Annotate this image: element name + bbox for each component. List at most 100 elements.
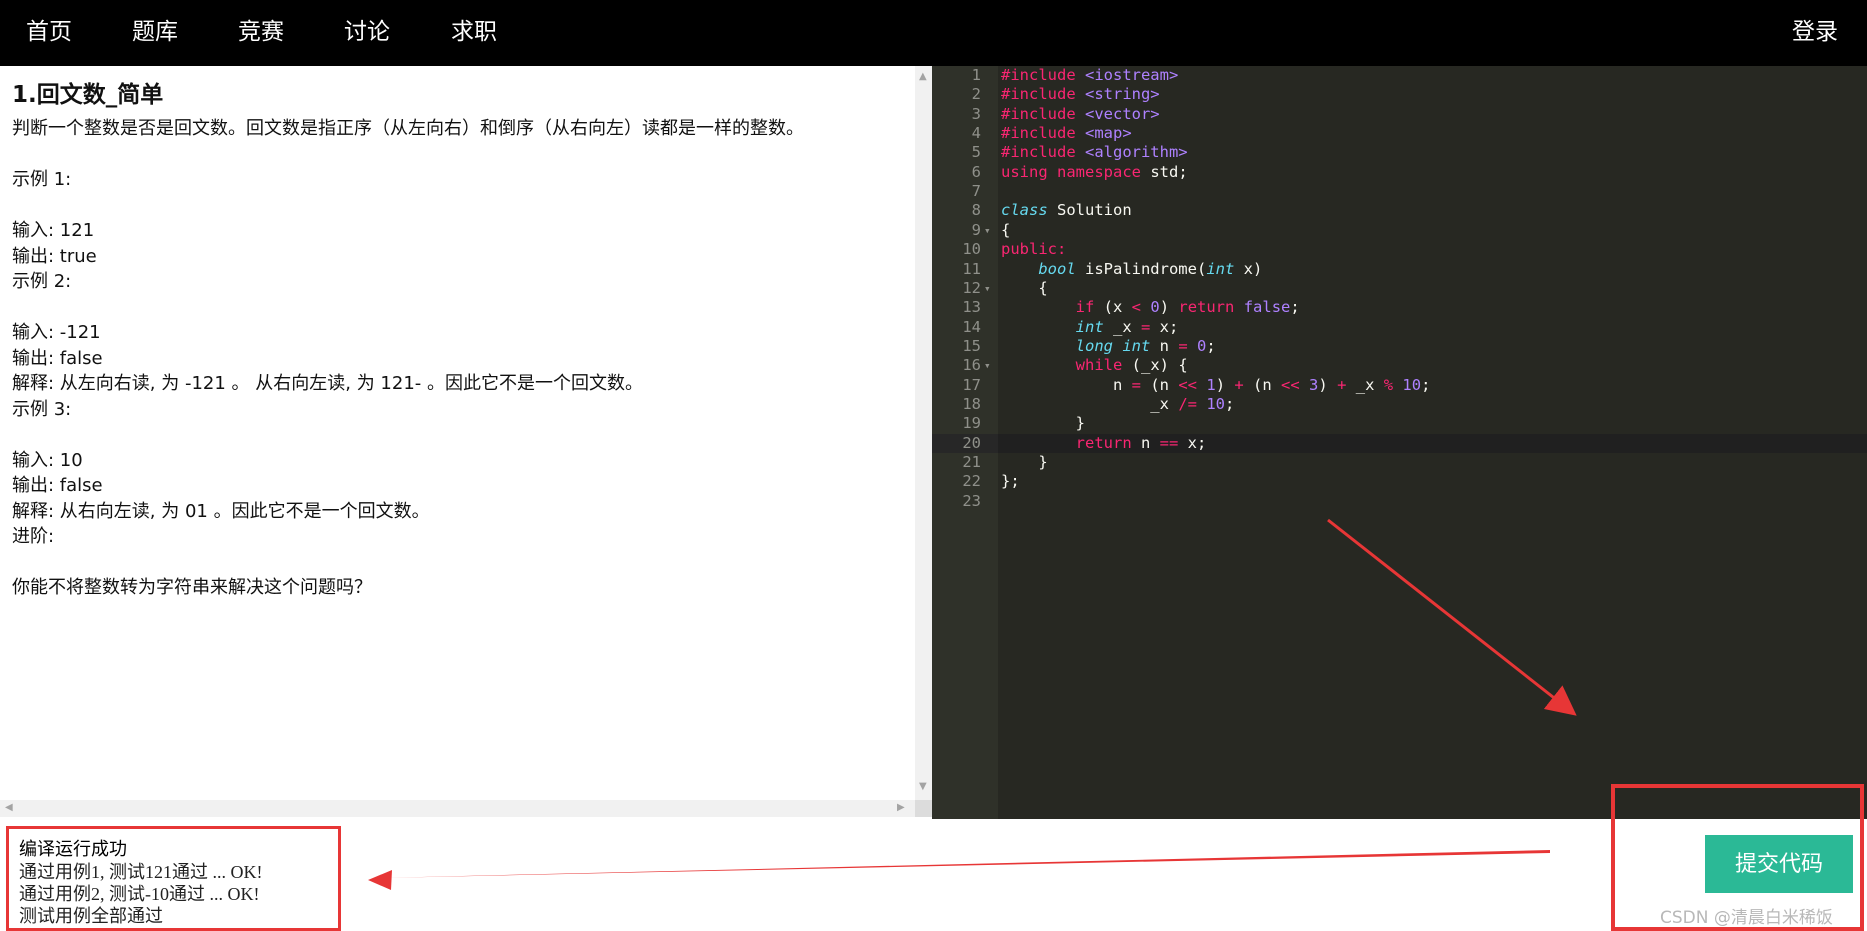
arrow-to-output-head <box>368 870 392 890</box>
code-line[interactable]: 4 #include <map> <box>932 124 1867 143</box>
fold-toggle-icon[interactable]: ▾ <box>984 221 991 240</box>
line-number: 8 <box>971 201 981 220</box>
code-line[interactable]: 21 } <box>932 453 1867 472</box>
problem-text-line: 输入: 121 <box>12 220 95 241</box>
top-nav: 首页 题库 竞赛 讨论 求职 登录 <box>0 0 1867 66</box>
output-line: 通过用例2, 测试-10通过 ... OK! <box>19 884 260 904</box>
code-line[interactable]: 11 bool isPalindrome(int x) <box>932 260 1867 279</box>
output-line: 测试用例全部通过 <box>19 906 163 926</box>
scrollbar-corner <box>915 800 932 817</box>
scroll-right-icon[interactable]: ▶ <box>897 803 905 813</box>
problem-horizontal-scrollbar[interactable]: ◀ ▶ <box>0 800 915 817</box>
problem-title: 1.回文数_简单 <box>12 82 164 108</box>
code-line[interactable]: 18 _x /= 10; <box>932 395 1867 414</box>
problem-text-line: 输入: -121 <box>12 322 101 343</box>
code-text: }; <box>1001 472 1020 491</box>
code-line[interactable]: 13 if (x < 0) return false; <box>932 298 1867 317</box>
code-text: class Solution <box>1001 201 1132 220</box>
code-line[interactable]: 5 #include <algorithm> <box>932 143 1867 162</box>
problem-text-line: 输出: false <box>12 475 103 496</box>
problem-text-line: 输入: 10 <box>12 449 83 471</box>
line-number: 3 <box>971 104 981 123</box>
code-line[interactable]: 19 } <box>932 414 1867 433</box>
line-number: 14 <box>962 317 981 336</box>
code-text: #include <iostream> <box>1001 66 1179 84</box>
code-text: } <box>1001 414 1085 433</box>
code-text: #include <string> <box>1001 85 1160 104</box>
nav-item-jobs[interactable]: 求职 <box>451 17 497 47</box>
nav-item-home[interactable]: 首页 <box>26 17 72 47</box>
line-number: 11 <box>962 259 981 278</box>
code-line[interactable]: 2 #include <string> <box>932 85 1867 104</box>
line-number: 10 <box>962 240 981 259</box>
line-number: 2 <box>971 85 981 104</box>
code-line[interactable]: 8 class Solution <box>932 201 1867 220</box>
code-line[interactable]: 14 int _x = x; <box>932 318 1867 337</box>
code-line[interactable]: 6 using namespace std; <box>932 163 1867 182</box>
line-number: 20 <box>932 433 998 453</box>
nav-item-contest[interactable]: 竞赛 <box>238 17 284 47</box>
code-text: int _x = x; <box>1075 317 1179 336</box>
line-number: 23 <box>962 491 981 510</box>
code-line[interactable]: 10 public: <box>932 240 1867 259</box>
code-text: { <box>1001 278 1048 297</box>
code-line[interactable]: 1 #include <iostream> <box>932 66 1867 85</box>
problem-text-line: 示例 2: <box>12 271 72 292</box>
code-text: public: <box>1001 240 1067 259</box>
code-text: #include <map> <box>1001 124 1132 143</box>
code-text: n = (n << 1) + (n << 3) + _x % 10; <box>1001 375 1431 394</box>
code-text: return n == x; <box>1075 433 1207 452</box>
scroll-left-icon[interactable]: ◀ <box>5 803 13 813</box>
problem-description: 判断一个整数是否是回文数。回文数是指正序（从左向右）和倒序（从右向左）读都是一样… <box>12 116 902 601</box>
login-link[interactable]: 登录 <box>1792 17 1838 47</box>
code-text: using namespace std; <box>1001 162 1188 181</box>
code-line[interactable]: 7 <box>932 182 1867 201</box>
nav-item-problems[interactable]: 题库 <box>132 17 178 47</box>
problem-text-line <box>12 193 902 219</box>
problem-pane: 1.回文数_简单 判断一个整数是否是回文数。回文数是指正序（从左向右）和倒序（从… <box>0 66 915 800</box>
code-line[interactable]: 17 n = (n << 1) + (n << 3) + _x % 10; <box>932 376 1867 395</box>
line-number: 22 <box>962 472 981 491</box>
code-line[interactable]: 9 ▾{ <box>932 221 1867 240</box>
problem-text-line: 解释: 从左向右读, 为 -121 。 从右向左读, 为 121- 。因此它不是… <box>12 373 643 394</box>
line-number: 5 <box>971 143 981 162</box>
scroll-down-icon[interactable]: ▼ <box>919 782 927 792</box>
code-line[interactable]: 16 ▾ while (_x) { <box>932 356 1867 375</box>
fold-toggle-icon[interactable]: ▾ <box>984 279 991 298</box>
code-text: while (_x) { <box>1075 356 1188 375</box>
problem-text-line <box>12 142 902 168</box>
problem-text-line: 输出: false <box>12 347 103 369</box>
code-line[interactable]: 12 ▾ { <box>932 279 1867 298</box>
line-number: 17 <box>962 375 981 394</box>
code-line[interactable]: 20 return n == x; <box>932 433 1867 453</box>
problem-text-line: 你能不将整数转为字符串来解决这个问题吗？ <box>12 577 372 598</box>
line-number: 6 <box>971 162 981 181</box>
line-number: 13 <box>962 298 981 317</box>
code-line[interactable]: 3 #include <vector> <box>932 105 1867 124</box>
line-number: 1 <box>971 66 981 84</box>
line-number: 7 <box>971 182 981 201</box>
nav-item-discuss[interactable]: 讨论 <box>344 17 390 47</box>
code-text: #include <vector> <box>1001 104 1160 123</box>
problem-text-line: 示例 1: <box>12 169 72 190</box>
problem-vertical-scrollbar[interactable]: ▲ ▼ <box>915 66 932 800</box>
code-text: { <box>1001 220 1011 239</box>
code-text: if (x < 0) return false; <box>1075 298 1300 317</box>
problem-text-line: 示例 3: <box>12 398 72 420</box>
code-editor[interactable]: 1 #include <iostream> 2 #include <string> 3 #… <box>932 66 1867 819</box>
problem-text-line: 判断一个整数是否是回文数。回文数是指正序（从左向右）和倒序（从右向左）读都是一样… <box>12 118 804 139</box>
output-line: 通过用例1, 测试121通过 ... OK! <box>19 862 263 882</box>
watermark: CSDN @清晨白米稀饭 <box>1660 908 1833 928</box>
code-text: } <box>1001 453 1048 471</box>
problem-text-line: 进阶: <box>12 526 55 547</box>
line-number: 15 <box>962 336 981 355</box>
code-line[interactable]: 23 <box>932 492 1867 511</box>
code-line[interactable]: 22}; <box>932 472 1867 491</box>
code-text: long int n = 0; <box>1075 336 1216 355</box>
code-line[interactable]: 15 long int n = 0; <box>932 337 1867 356</box>
problem-text-line <box>12 295 902 321</box>
scroll-up-icon[interactable]: ▲ <box>919 72 927 82</box>
submit-code-button[interactable]: 提交代码 <box>1705 835 1853 893</box>
fold-toggle-icon[interactable]: ▾ <box>984 356 991 375</box>
code-text: bool isPalindrome(int x) <box>1038 259 1263 278</box>
